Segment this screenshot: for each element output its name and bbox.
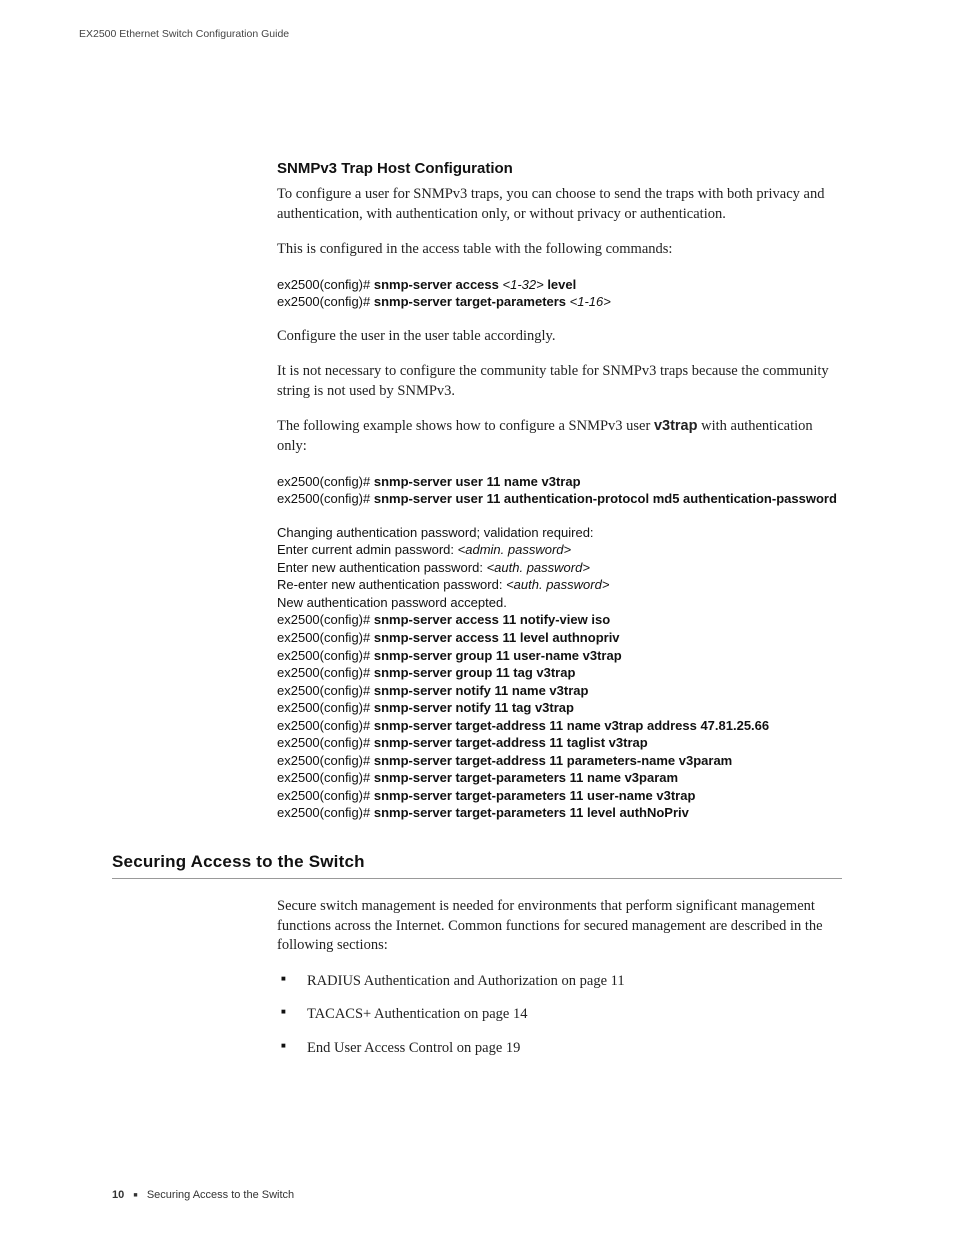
paragraph: This is configured in the access table w… (277, 240, 842, 260)
section-rule (112, 878, 842, 879)
code-line: Re-enter new authentication password: <a… (277, 576, 842, 594)
bullet-list: RADIUS Authentication and Authorization … (277, 972, 842, 1059)
code-line: ex2500(config)# snmp-server access 11 le… (277, 629, 842, 647)
code-line: ex2500(config)# snmp-server notify 11 na… (277, 682, 842, 700)
section-body: Secure switch management is needed for e… (277, 897, 842, 1058)
page-footer: 10 ■ Securing Access to the Switch (112, 1189, 294, 1201)
code-block: Changing authentication password; valida… (277, 524, 842, 822)
footer-section-title: Securing Access to the Switch (147, 1189, 294, 1201)
code-line: ex2500(config)# snmp-server target-param… (277, 769, 842, 787)
section-heading-snmpv3: SNMPv3 Trap Host Configuration (277, 160, 842, 177)
code-block: ex2500(config)# snmp-server user 11 name… (277, 473, 842, 508)
paragraph: To configure a user for SNMPv3 traps, yo… (277, 185, 842, 224)
code-line: ex2500(config)# snmp-server notify 11 ta… (277, 699, 842, 717)
code-line: ex2500(config)# snmp-server user 11 auth… (277, 490, 842, 508)
paragraph: The following example shows how to confi… (277, 417, 842, 456)
code-line: Enter new authentication password: <auth… (277, 559, 842, 577)
code-line: ex2500(config)# snmp-server target-addre… (277, 734, 842, 752)
code-line: Enter current admin password: <admin. pa… (277, 541, 842, 559)
code-line: ex2500(config)# snmp-server target-param… (277, 804, 842, 822)
code-line: ex2500(config)# snmp-server group 11 use… (277, 647, 842, 665)
list-item: RADIUS Authentication and Authorization … (277, 972, 842, 992)
section-heading-securing: Securing Access to the Switch (112, 852, 842, 872)
code-line: ex2500(config)# snmp-server access 11 no… (277, 611, 842, 629)
code-line: ex2500(config)# snmp-server target-addre… (277, 752, 842, 770)
list-item: End User Access Control on page 19 (277, 1039, 842, 1059)
body-content: SNMPv3 Trap Host Configuration To config… (277, 160, 842, 822)
page: EX2500 Ethernet Switch Configuration Gui… (0, 0, 954, 1235)
code-line: Changing authentication password; valida… (277, 524, 842, 542)
code-line: ex2500(config)# snmp-server user 11 name… (277, 473, 842, 491)
code-line: ex2500(config)# snmp-server target-param… (277, 787, 842, 805)
page-number: 10 (112, 1189, 124, 1201)
code-line: New authentication password accepted. (277, 594, 842, 612)
section-securing: Securing Access to the Switch Secure swi… (112, 852, 842, 1058)
square-bullet-icon: ■ (133, 1192, 137, 1199)
code-line: ex2500(config)# snmp-server target-addre… (277, 717, 842, 735)
paragraph: Secure switch management is needed for e… (277, 897, 842, 956)
code-block: ex2500(config)# snmp-server access <1-32… (277, 276, 842, 311)
list-item: TACACS+ Authentication on page 14 (277, 1005, 842, 1025)
code-line: ex2500(config)# snmp-server target-param… (277, 293, 842, 311)
code-line: ex2500(config)# snmp-server group 11 tag… (277, 664, 842, 682)
running-header: EX2500 Ethernet Switch Configuration Gui… (79, 28, 842, 40)
paragraph: It is not necessary to configure the com… (277, 362, 842, 401)
paragraph: Configure the user in the user table acc… (277, 327, 842, 347)
code-line: ex2500(config)# snmp-server access <1-32… (277, 276, 842, 294)
